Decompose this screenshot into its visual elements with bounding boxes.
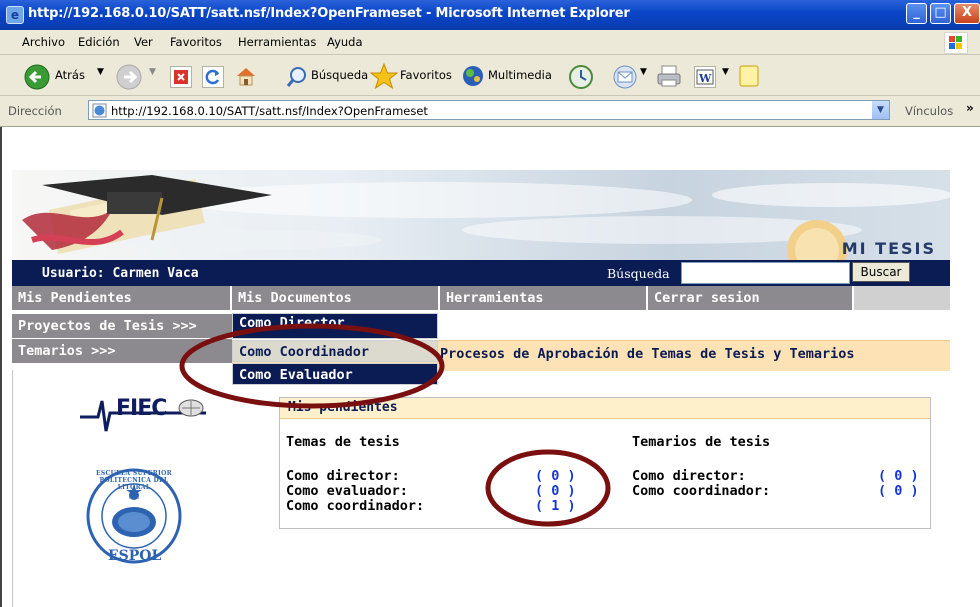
favorites-button[interactable]: Favoritos xyxy=(400,68,452,82)
toolbar: Atrás ▼ ▼ Búsqueda Favoritos Multimedia … xyxy=(0,55,980,96)
favorites-star-icon[interactable] xyxy=(369,62,399,90)
espol-seal: ESCUELA SUPERIOR POLITECNICA DEL LITORAL… xyxy=(86,462,182,570)
address-dropdown-icon[interactable]: ▼ xyxy=(872,101,889,119)
espol-label: ESPOL xyxy=(108,548,162,564)
menu-ver[interactable]: Ver xyxy=(134,35,153,49)
word-edit-icon[interactable]: W xyxy=(694,66,716,88)
espol-seal-ring-text: ESCUELA SUPERIOR POLITECNICA DEL LITORAL xyxy=(96,470,172,491)
nav-temarios[interactable]: Temarios >>> xyxy=(12,339,232,363)
temas-director-count[interactable]: ( 0 ) xyxy=(535,468,576,484)
minimize-button[interactable]: _ xyxy=(906,3,927,24)
user-label: Usuario: Carmen Vaca xyxy=(42,266,199,281)
back-button[interactable]: Atrás xyxy=(55,68,85,82)
links-chevron-icon[interactable]: » xyxy=(966,101,974,115)
mail-dropdown-icon[interactable]: ▼ xyxy=(640,67,647,77)
dropdown-como-director-label: Como Director xyxy=(239,315,345,331)
pending-panel: Mis pendientes Temas de tesis Temarios d… xyxy=(279,397,931,529)
nav-cerrar-sesion[interactable]: Cerrar sesion xyxy=(648,286,854,310)
user-bar: Usuario: Carmen Vaca Búsqueda Buscar xyxy=(12,260,950,286)
site-banner: MI TESIS xyxy=(12,170,950,260)
menu-archivo[interactable]: Archivo xyxy=(22,35,65,49)
dropdown-como-coordinador[interactable]: Como Coordinador xyxy=(232,340,438,362)
nav-mis-pendientes[interactable]: Mis Pendientes xyxy=(12,286,232,310)
refresh-icon[interactable] xyxy=(202,66,224,88)
forward-dropdown-icon[interactable]: ▼ xyxy=(149,67,156,77)
menu-herramientas[interactable]: Herramientas xyxy=(238,35,316,49)
history-icon[interactable] xyxy=(568,64,594,90)
nav-proyectos-de-tesis[interactable]: Proyectos de Tesis >>> xyxy=(12,314,232,338)
nav-spacer xyxy=(854,286,950,310)
window-title: http://192.168.0.10/SATT/satt.nsf/Index?… xyxy=(28,6,630,21)
panel-header: Mis pendientes xyxy=(280,398,930,419)
links-label[interactable]: Vínculos xyxy=(905,104,953,118)
temas-director-label: Como director: xyxy=(286,468,400,484)
search-button[interactable]: Búsqueda xyxy=(311,68,368,82)
temas-heading: Temas de tesis xyxy=(286,434,400,450)
home-icon[interactable] xyxy=(234,64,258,88)
site-search-button[interactable]: Buscar xyxy=(852,262,910,282)
messenger-icon[interactable] xyxy=(738,64,760,88)
media-button[interactable]: Multimedia xyxy=(488,68,552,82)
page-icon xyxy=(92,103,107,118)
temas-coordinador-label: Como coordinador: xyxy=(286,498,425,514)
nav-mis-documentos[interactable]: Mis Documentos xyxy=(232,286,440,310)
search-label: Búsqueda xyxy=(607,266,670,281)
address-url[interactable]: http://192.168.0.10/SATT/satt.nsf/Index?… xyxy=(111,104,428,118)
temarios-heading: Temarios de tesis xyxy=(632,434,771,450)
temas-coordinador-count[interactable]: ( 1 ) xyxy=(535,498,576,514)
back-dropdown-icon[interactable]: ▼ xyxy=(97,67,104,77)
site-search-input[interactable] xyxy=(681,262,850,284)
maximize-button[interactable]: □ xyxy=(930,3,951,24)
panel-title: Mis pendientes xyxy=(288,400,398,415)
windows-logo-icon xyxy=(944,32,968,54)
dropdown-como-director[interactable]: Como Director xyxy=(232,313,438,339)
address-label: Dirección xyxy=(8,104,62,118)
temarios-coordinador-count[interactable]: ( 0 ) xyxy=(878,483,919,499)
mi-tesis-logo: MI TESIS xyxy=(841,239,936,258)
temarios-director-label: Como director: xyxy=(632,468,746,484)
fiec-logo: FIEC xyxy=(78,393,208,438)
print-icon[interactable] xyxy=(656,64,682,88)
window-titlebar: e http://192.168.0.10/SATT/satt.nsf/Inde… xyxy=(0,0,980,30)
menu-bar: Archivo Edición Ver Favoritos Herramient… xyxy=(0,30,980,55)
address-bar: Dirección http://192.168.0.10/SATT/satt.… xyxy=(0,96,980,127)
svg-text:W: W xyxy=(698,72,712,85)
stop-icon[interactable] xyxy=(170,66,192,88)
media-icon[interactable] xyxy=(461,64,485,88)
nav-herramientas[interactable]: Herramientas xyxy=(440,286,648,310)
main-nav: Mis Pendientes Mis Documentos Herramient… xyxy=(12,286,950,310)
edit-dropdown-icon[interactable]: ▼ xyxy=(722,67,729,77)
forward-arrow-icon[interactable] xyxy=(116,64,142,90)
ie-icon: e xyxy=(6,6,24,24)
fiec-logo-text: FIEC xyxy=(116,396,167,421)
mail-icon[interactable] xyxy=(612,64,638,90)
menu-ayuda[interactable]: Ayuda xyxy=(327,35,363,49)
menu-edicion[interactable]: Edición xyxy=(78,35,120,49)
temas-evaluador-label: Como evaluador: xyxy=(286,483,408,499)
back-arrow-icon[interactable] xyxy=(24,64,50,90)
temarios-director-count[interactable]: ( 0 ) xyxy=(878,468,919,484)
temarios-coordinador-label: Como coordinador: xyxy=(632,483,771,499)
close-button[interactable]: X xyxy=(954,3,980,24)
address-input[interactable]: http://192.168.0.10/SATT/satt.nsf/Index?… xyxy=(88,100,890,120)
temas-evaluador-count[interactable]: ( 0 ) xyxy=(535,483,576,499)
menu-favoritos[interactable]: Favoritos xyxy=(170,35,222,49)
search-icon[interactable] xyxy=(285,65,309,89)
process-title: Procesos de Aprobación de Temas de Tesis… xyxy=(440,346,855,362)
